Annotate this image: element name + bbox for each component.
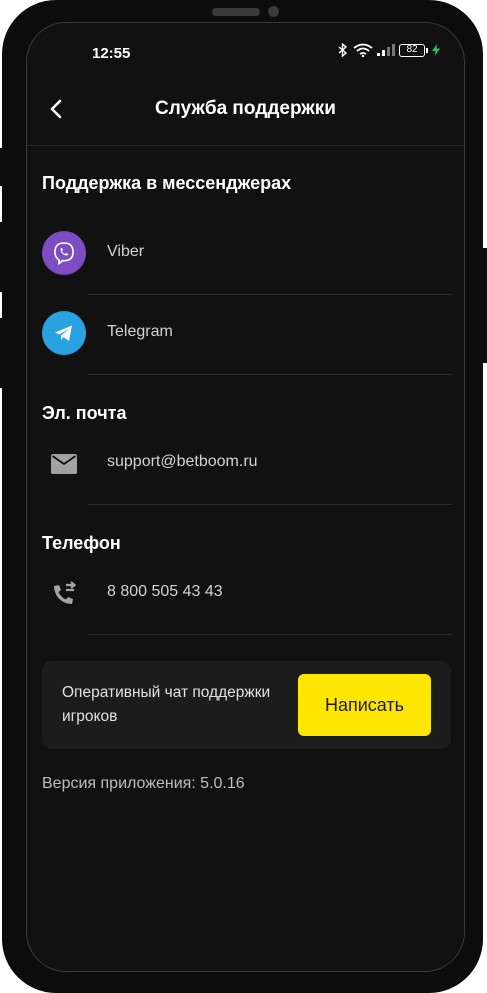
phone-side-button xyxy=(0,318,4,388)
front-camera xyxy=(268,6,279,17)
telegram-row[interactable]: Telegram xyxy=(27,295,464,375)
charging-icon xyxy=(432,44,440,56)
live-chat-card: Оперативный чат поддержки игроков Написа… xyxy=(42,661,451,749)
phone-frame: 12:55 82 Служба поддержки Поддержка в ме… xyxy=(2,0,483,993)
status-bar: 12:55 82 xyxy=(27,23,464,83)
viber-icon xyxy=(42,231,86,275)
signal-icon xyxy=(377,44,395,56)
speaker-grille xyxy=(212,8,260,16)
viber-label: Viber xyxy=(107,243,145,260)
telegram-icon xyxy=(42,311,86,355)
status-time: 12:55 xyxy=(92,45,131,62)
app-version: Версия приложения: 5.0.16 xyxy=(42,775,245,792)
email-section-title: Эл. почта xyxy=(42,403,127,423)
wifi-icon xyxy=(353,43,373,57)
phone-forward-icon xyxy=(47,579,81,609)
phone-side-button xyxy=(483,248,487,363)
mail-icon xyxy=(47,449,81,479)
divider xyxy=(88,634,452,635)
messengers-section-title: Поддержка в мессенджерах xyxy=(42,173,292,193)
phone-side-button xyxy=(0,148,4,186)
phone-value: 8 800 505 43 43 xyxy=(107,583,223,600)
divider xyxy=(88,504,452,505)
battery-level: 82 xyxy=(399,43,425,57)
screen: 12:55 82 Служба поддержки Поддержка в ме… xyxy=(26,22,465,972)
telegram-label: Telegram xyxy=(107,323,173,340)
live-chat-text: Оперативный чат поддержки игроков xyxy=(62,684,271,725)
phone-row[interactable]: 8 800 505 43 43 xyxy=(27,555,464,635)
viber-row[interactable]: Viber xyxy=(27,215,464,295)
status-icons: 82 xyxy=(337,43,440,57)
battery-indicator: 82 xyxy=(399,43,428,57)
email-row[interactable]: support@betboom.ru xyxy=(27,425,464,505)
page-title: Служба поддержки xyxy=(155,98,336,119)
phone-side-button xyxy=(0,222,4,292)
phone-section-title: Телефон xyxy=(42,533,121,553)
divider xyxy=(88,374,452,375)
app-header: Служба поддержки xyxy=(27,85,464,146)
email-value: support@betboom.ru xyxy=(107,453,258,470)
bluetooth-icon xyxy=(338,43,348,57)
write-button[interactable]: Написать xyxy=(298,674,431,736)
